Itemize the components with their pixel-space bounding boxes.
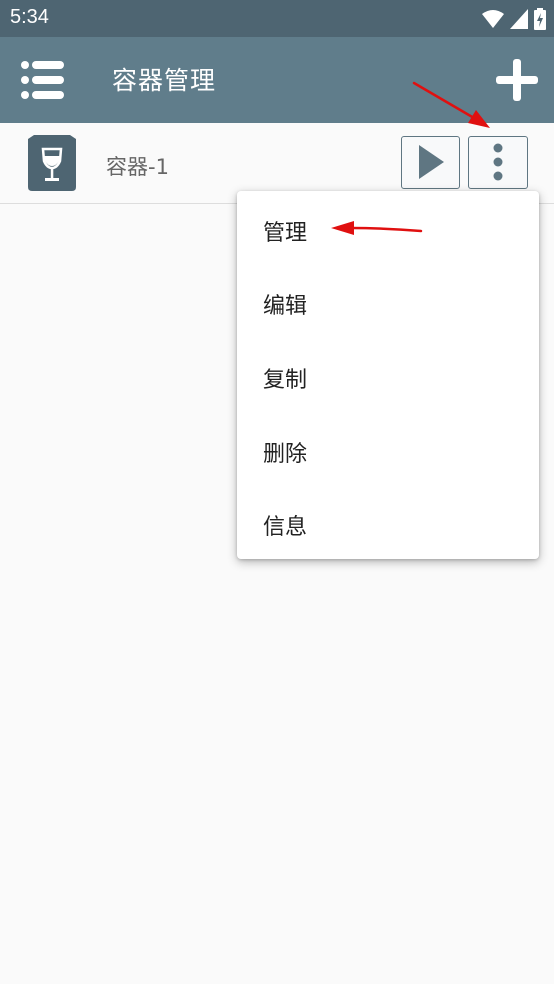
list-menu-button[interactable]	[20, 59, 66, 101]
menu-item-copy[interactable]: 复制	[263, 362, 307, 394]
status-time: 5:34	[10, 6, 49, 28]
page-title: 容器管理	[112, 66, 217, 95]
app-bar: 容器管理	[0, 37, 554, 123]
more-options-button[interactable]	[468, 136, 528, 189]
status-bar: 5:34	[0, 0, 554, 37]
container-name: 容器-1	[106, 155, 169, 179]
menu-item-manage[interactable]: 管理	[263, 215, 307, 247]
container-options-menu: 管理 编辑 复制 删除 信息	[237, 191, 539, 559]
wifi-icon	[482, 10, 504, 28]
menu-item-info[interactable]: 信息	[263, 509, 307, 541]
wine-glass-box-icon	[28, 135, 76, 191]
list-menu-icon	[21, 61, 64, 99]
cell-signal-icon	[510, 9, 528, 29]
menu-item-edit[interactable]: 编辑	[263, 288, 307, 320]
container-icon	[24, 135, 80, 191]
play-icon	[419, 145, 444, 179]
more-vertical-icon	[493, 143, 503, 181]
plus-icon	[496, 59, 538, 101]
battery-charging-icon	[534, 8, 546, 30]
add-container-button[interactable]	[494, 57, 540, 103]
run-container-button[interactable]	[401, 136, 460, 189]
menu-item-delete[interactable]: 删除	[263, 436, 307, 468]
